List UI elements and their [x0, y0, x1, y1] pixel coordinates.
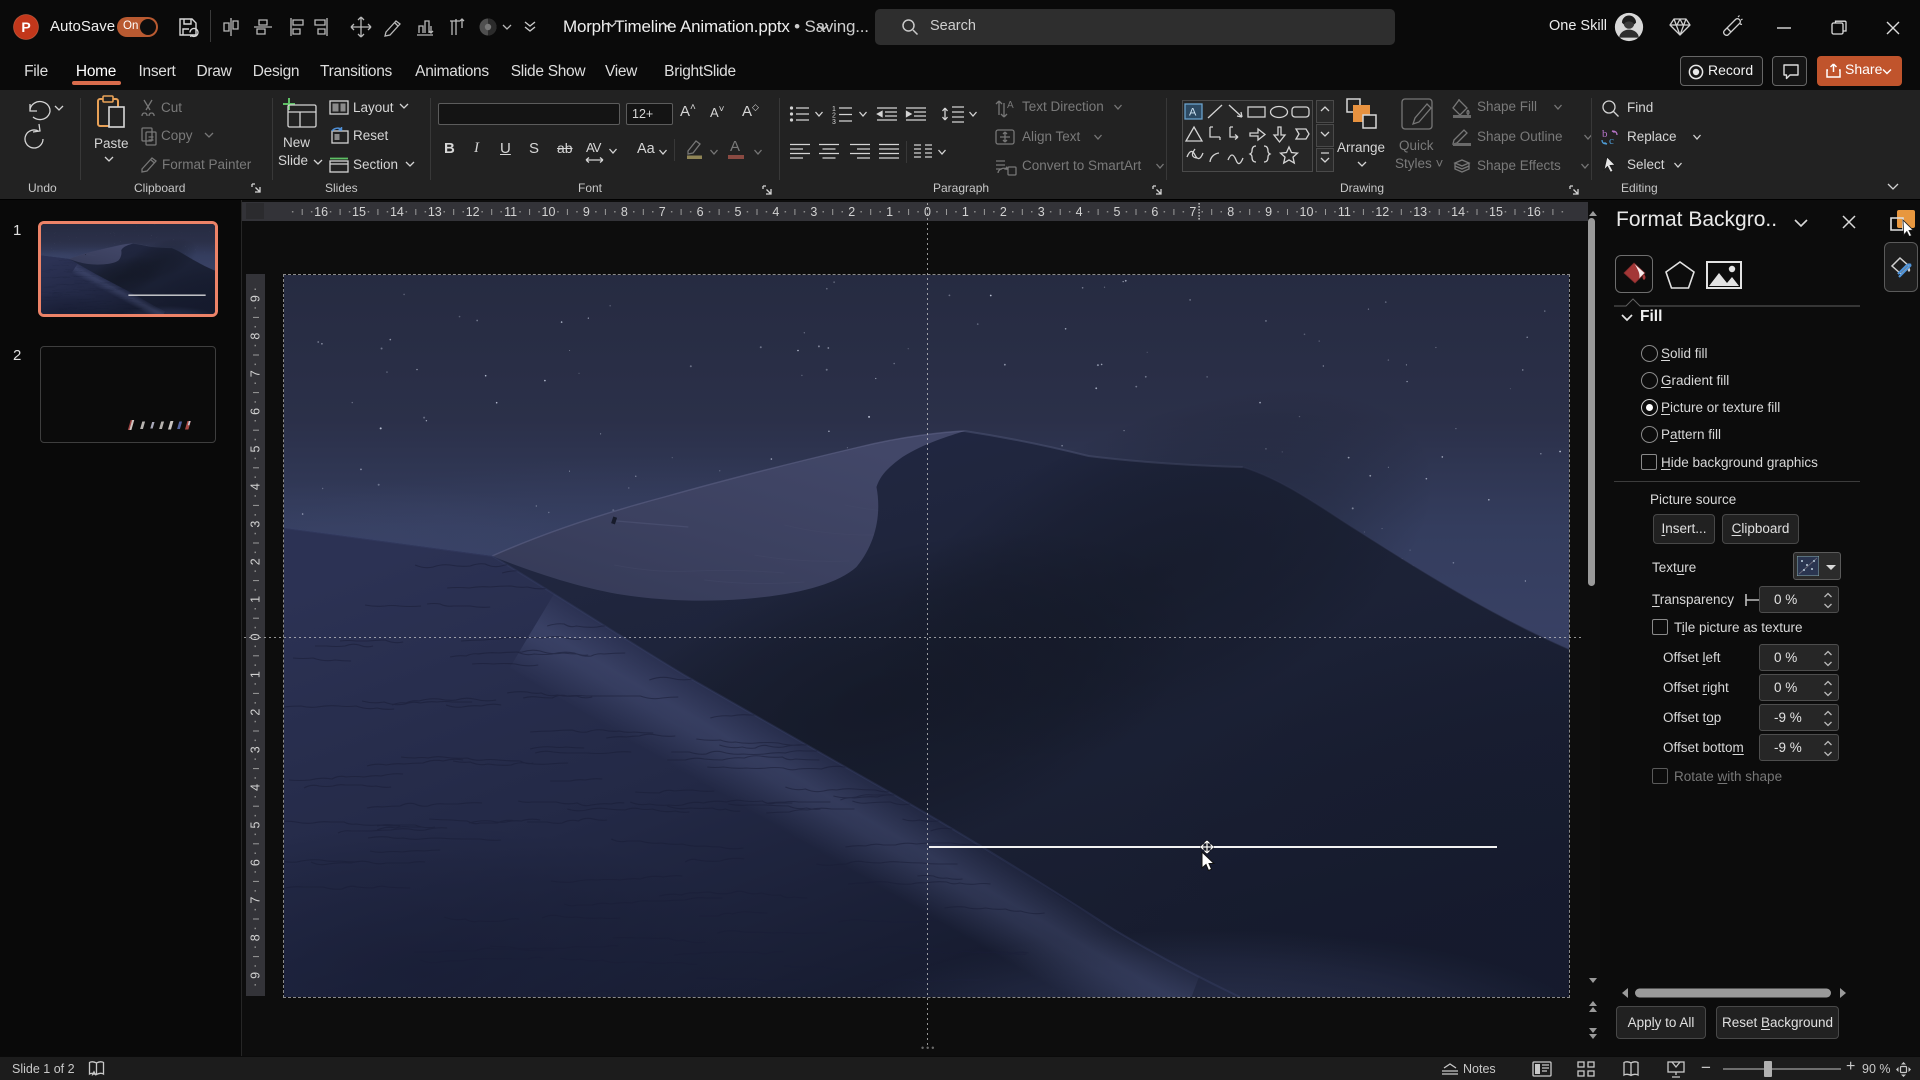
svg-text:A: A: [1007, 100, 1014, 111]
svg-text:P: P: [21, 19, 30, 35]
svg-text:3: 3: [832, 119, 836, 124]
svg-text:A: A: [1189, 107, 1197, 119]
svg-text:b: b: [1602, 128, 1608, 140]
svg-text:c: c: [1609, 135, 1614, 147]
